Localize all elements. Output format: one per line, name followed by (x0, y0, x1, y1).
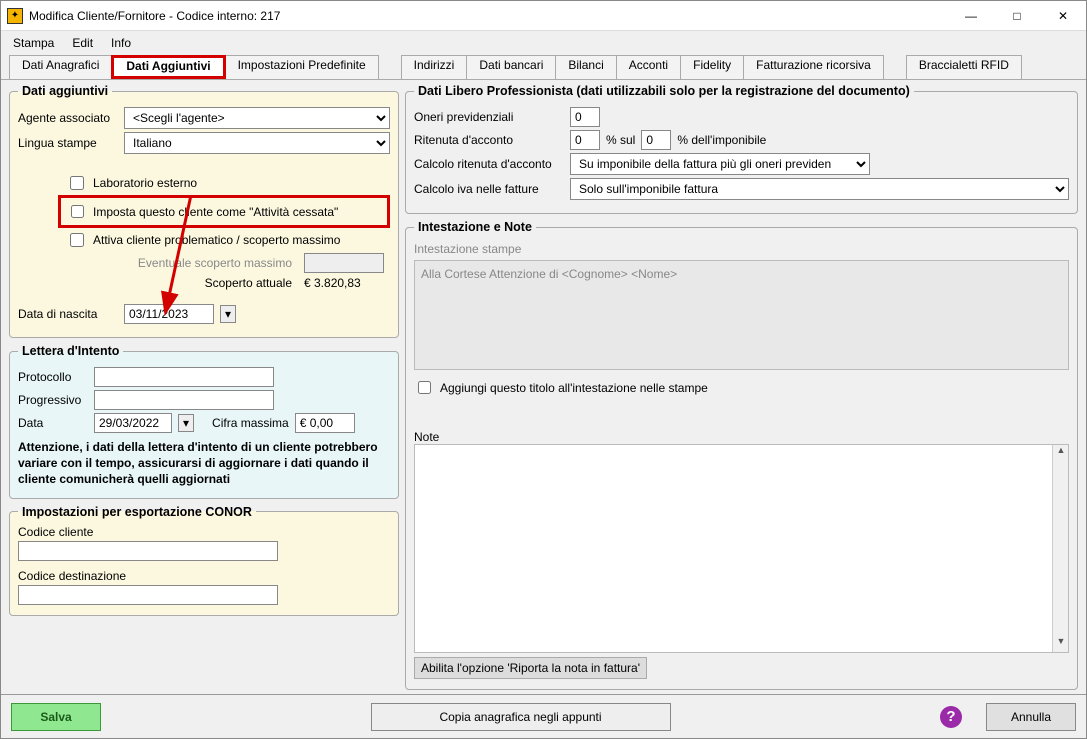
input-sul[interactable] (641, 130, 671, 150)
legend-dati-aggiuntivi: Dati aggiuntivi (18, 84, 112, 98)
note-scrollbar[interactable]: ▲ ▼ (1052, 445, 1068, 652)
select-calc-ritenuta[interactable]: Su imponibile della fattura più gli oner… (570, 153, 870, 175)
intestazione-stampe-box[interactable]: Alla Cortese Attenzione di <Cognome> <No… (414, 260, 1069, 370)
tab-fatturazione[interactable]: Fatturazione ricorsiva (743, 55, 884, 79)
tab-anagrafici[interactable]: Dati Anagrafici (9, 55, 112, 79)
label-calc-iva: Calcolo iva nelle fatture (414, 182, 564, 196)
legend-libero: Dati Libero Professionista (dati utilizz… (414, 84, 914, 98)
label-imponibile: % dell'imponibile (677, 133, 766, 147)
datepicker-toggle-icon[interactable]: ▾ (220, 305, 236, 323)
label-sul: % sul (606, 133, 635, 147)
label-calc-ritenuta: Calcolo ritenuta d'acconto (414, 157, 564, 171)
save-button[interactable]: Salva (11, 703, 101, 731)
input-eventuale-scoperto (304, 253, 384, 273)
tab-bar: Dati Anagrafici Dati Aggiuntivi Impostaz… (1, 55, 1086, 80)
menu-edit[interactable]: Edit (72, 36, 93, 50)
label-intestazione-stampe: Intestazione stampe (414, 242, 1069, 256)
label-lab-esterno: Laboratorio esterno (93, 176, 197, 190)
highlight-attivita-cessata: Imposta questo cliente come "Attività ce… (58, 195, 390, 228)
intestazione-placeholder: Alla Cortese Attenzione di <Cognome> <No… (421, 267, 677, 281)
titlebar: ✦ Modifica Cliente/Fornitore - Codice in… (1, 1, 1086, 31)
window-title: Modifica Cliente/Fornitore - Codice inte… (29, 9, 948, 23)
check-attivita-cessata[interactable] (71, 205, 84, 218)
tab-aggiuntivi[interactable]: Dati Aggiuntivi (111, 55, 225, 79)
tab-acconti[interactable]: Acconti (616, 55, 681, 79)
check-cliente-problematico[interactable] (70, 233, 84, 247)
select-agente[interactable]: <Scegli l'agente> (124, 107, 390, 129)
input-lettera-data[interactable] (94, 413, 172, 433)
close-button[interactable]: ✕ (1040, 1, 1086, 31)
label-attivita-cessata: Imposta questo cliente come "Attività ce… (93, 205, 338, 219)
label-eventuale-scoperto: Eventuale scoperto massimo (138, 256, 292, 270)
check-aggiungi-titolo[interactable] (418, 381, 431, 394)
group-dati-aggiuntivi: Dati aggiuntivi Agente associato <Scegli… (9, 84, 399, 338)
select-calc-iva[interactable]: Solo sull'imponibile fattura (570, 178, 1069, 200)
legend-intestazione: Intestazione e Note (414, 220, 536, 234)
menu-stampa[interactable]: Stampa (13, 36, 54, 50)
input-protocollo[interactable] (94, 367, 274, 387)
input-codice-cliente[interactable] (18, 541, 278, 561)
input-oneri[interactable] (570, 107, 600, 127)
label-protocollo: Protocollo (18, 370, 88, 384)
label-data-nascita: Data di nascita (18, 307, 118, 321)
label-codice-destinazione: Codice destinazione (18, 569, 390, 583)
input-cifra-massima[interactable] (295, 413, 355, 433)
check-lab-esterno[interactable] (70, 176, 84, 190)
input-ritenuta[interactable] (570, 130, 600, 150)
input-codice-destinazione[interactable] (18, 585, 278, 605)
menubar: Stampa Edit Info (1, 31, 1086, 55)
group-conor: Impostazioni per esportazione CONOR Codi… (9, 505, 399, 616)
datepicker-toggle-icon[interactable]: ▾ (178, 414, 194, 432)
legend-conor: Impostazioni per esportazione CONOR (18, 505, 256, 519)
app-icon: ✦ (7, 8, 23, 24)
tab-indirizzi[interactable]: Indirizzi (401, 55, 468, 79)
button-abilita-riporta-nota[interactable]: Abilita l'opzione 'Riporta la nota in fa… (414, 657, 647, 679)
label-progressivo: Progressivo (18, 393, 88, 407)
group-intestazione-note: Intestazione e Note Intestazione stampe … (405, 220, 1078, 690)
copy-anagrafica-button[interactable]: Copia anagrafica negli appunti (371, 703, 671, 731)
label-agente: Agente associato (18, 111, 118, 125)
label-oneri: Oneri previdenziali (414, 110, 564, 124)
lettera-warning: Attenzione, i dati della lettera d'inten… (18, 439, 390, 488)
input-data-nascita[interactable] (124, 304, 214, 324)
input-progressivo[interactable] (94, 390, 274, 410)
tab-rfid[interactable]: Braccialetti RFID (906, 55, 1022, 79)
legend-lettera: Lettera d'Intento (18, 344, 123, 358)
group-libero-professionista: Dati Libero Professionista (dati utilizz… (405, 84, 1078, 214)
tab-bancari[interactable]: Dati bancari (466, 55, 556, 79)
footer: Salva Copia anagrafica negli appunti ? A… (1, 694, 1086, 738)
maximize-button[interactable]: □ (994, 1, 1040, 31)
menu-info[interactable]: Info (111, 36, 131, 50)
value-scoperto-attuale: € 3.820,83 (304, 276, 384, 290)
cancel-button[interactable]: Annulla (986, 703, 1076, 731)
group-lettera-intento: Lettera d'Intento Protocollo Progressivo… (9, 344, 399, 499)
scroll-down-icon[interactable]: ▼ (1053, 636, 1069, 652)
label-lingua: Lingua stampe (18, 136, 118, 150)
label-lettera-data: Data (18, 416, 88, 430)
minimize-button[interactable]: — (948, 1, 994, 31)
label-aggiungi-titolo: Aggiungi questo titolo all'intestazione … (440, 381, 708, 395)
label-cliente-problematico: Attiva cliente problematico / scoperto m… (93, 233, 340, 247)
textarea-note[interactable]: ▲ ▼ (414, 444, 1069, 653)
label-ritenuta: Ritenuta d'acconto (414, 133, 564, 147)
tab-fidelity[interactable]: Fidelity (680, 55, 744, 79)
label-note: Note (414, 430, 1069, 444)
tab-impostazioni[interactable]: Impostazioni Predefinite (225, 55, 379, 79)
help-icon[interactable]: ? (940, 706, 962, 728)
scroll-up-icon[interactable]: ▲ (1053, 445, 1069, 461)
label-scoperto-attuale: Scoperto attuale (205, 276, 292, 290)
select-lingua[interactable]: Italiano (124, 132, 390, 154)
tab-bilanci[interactable]: Bilanci (555, 55, 616, 79)
label-cifra-massima: Cifra massima (212, 416, 289, 430)
label-codice-cliente: Codice cliente (18, 525, 390, 539)
